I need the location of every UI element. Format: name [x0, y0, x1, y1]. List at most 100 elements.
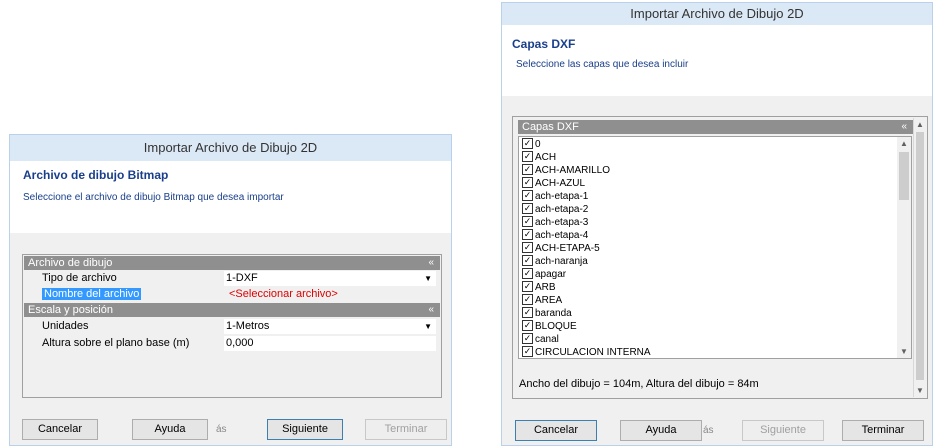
section-scale[interactable]: Escala y posición « — [24, 303, 440, 317]
check-icon[interactable]: ✓ — [522, 228, 533, 240]
file-name-value[interactable]: <Seleccionar archivo> — [229, 288, 338, 300]
check-icon[interactable]: ✓ — [522, 280, 533, 292]
row-label-selected: Nombre del archivo — [42, 288, 142, 300]
wizard-heading: Archivo de dibujo Bitmap — [23, 168, 169, 182]
layers-panel: Capas DXF « ✓ 0 ✓ ACH ✓ ACH-AMARILLO ✓ ACH-AZUL… — [512, 116, 928, 399]
check-icon[interactable]: ✓ — [522, 189, 533, 201]
dropdown-arrow-icon[interactable]: ▼ — [424, 319, 432, 334]
layer-item[interactable]: ✓ ACH-AZUL — [522, 176, 586, 190]
wizard-subtitle: Seleccione las capas que desea incluir — [516, 59, 689, 70]
section-label: Capas DXF — [522, 121, 579, 133]
select-file-link[interactable]: <Seleccionar archivo> — [224, 287, 436, 302]
row-file-name[interactable]: Nombre del archivo <Seleccionar archivo> — [24, 287, 440, 302]
help-button[interactable]: Ayuda — [132, 419, 208, 440]
layer-item[interactable]: ✓ baranda — [522, 306, 572, 320]
layer-label: CIRCULACION INTERNA — [535, 347, 651, 358]
layer-item[interactable]: ✓ BLOQUE — [522, 319, 577, 333]
layer-label: ach-etapa-4 — [535, 230, 589, 241]
layer-item[interactable]: ✓ CIRCULACION INTERNA — [522, 345, 651, 358]
check-icon[interactable]: ✓ — [522, 306, 533, 318]
panel-scrollbar[interactable]: ▲ ▼ — [913, 118, 926, 397]
dropdown-arrow-icon[interactable]: ▼ — [424, 271, 432, 286]
wizard-header: Capas DXF Seleccione las capas que desea… — [502, 25, 932, 96]
window-title: Importar Archivo de Dibujo 2D — [502, 3, 932, 25]
file-type-value: 1-DXF — [226, 272, 258, 284]
row-units[interactable]: Unidades 1-Metros ▼ — [24, 319, 440, 334]
check-icon[interactable]: ✓ — [522, 215, 533, 227]
layer-label: 0 — [535, 139, 541, 150]
property-grid: Archivo de dibujo « Tipo de archivo 1-DX… — [22, 254, 442, 398]
layer-label: ach-naranja — [535, 256, 588, 267]
layer-label: ACH-AZUL — [535, 178, 586, 189]
check-icon[interactable]: ✓ — [522, 202, 533, 214]
layer-item[interactable]: ✓ ach-etapa-4 — [522, 228, 589, 242]
layer-item[interactable]: ✓ ach-etapa-3 — [522, 215, 589, 229]
layer-item[interactable]: ✓ ACH-ETAPA-5 — [522, 241, 600, 255]
scroll-down-icon[interactable]: ▼ — [897, 347, 911, 356]
units-select[interactable]: 1-Metros ▼ — [224, 319, 436, 334]
layer-item[interactable]: ✓ ACH — [522, 150, 557, 164]
import-dialog-bitmap: Importar Archivo de Dibujo 2D Archivo de… — [9, 134, 452, 446]
layer-item[interactable]: ✓ 0 — [522, 137, 541, 151]
layers-list[interactable]: ✓ 0 ✓ ACH ✓ ACH-AMARILLO ✓ ACH-AZUL ✓ ach-etapa-1… — [518, 136, 912, 359]
cancel-button[interactable]: Cancelar — [515, 420, 597, 441]
scroll-up-icon[interactable]: ▲ — [914, 120, 926, 129]
scroll-up-icon[interactable]: ▲ — [897, 139, 911, 148]
layer-label: ACH — [535, 152, 557, 163]
row-height[interactable]: Altura sobre el plano base (m) 0,000 — [24, 336, 440, 351]
layer-item[interactable]: ✓ apagar — [522, 267, 566, 281]
next-button[interactable]: Siguiente — [267, 419, 343, 440]
layer-item[interactable]: ✓ ach-naranja — [522, 254, 588, 268]
scroll-thumb[interactable] — [899, 152, 909, 200]
height-input[interactable]: 0,000 — [224, 336, 436, 351]
finish-button[interactable]: Terminar — [842, 420, 924, 441]
check-icon[interactable]: ✓ — [522, 293, 533, 305]
check-icon[interactable]: ✓ — [522, 150, 533, 162]
row-label: Altura sobre el plano base (m) — [42, 337, 190, 349]
double-chevron-icon[interactable]: « — [428, 303, 434, 317]
check-icon[interactable]: ✓ — [522, 267, 533, 279]
wizard-heading: Capas DXF — [512, 37, 576, 51]
layers-section[interactable]: Capas DXF « — [518, 120, 913, 134]
row-file-type[interactable]: Tipo de archivo 1-DXF ▼ — [24, 271, 440, 286]
layer-item[interactable]: ✓ ach-etapa-2 — [522, 202, 589, 216]
wizard-header: Archivo de dibujo Bitmap Seleccione el a… — [10, 161, 451, 233]
row-label: Tipo de archivo — [42, 272, 117, 284]
cancel-button[interactable]: Cancelar — [22, 419, 98, 440]
check-icon[interactable]: ✓ — [522, 319, 533, 331]
layer-label: AREA — [535, 295, 563, 306]
layer-label: canal — [535, 334, 559, 345]
layer-label: ach-etapa-2 — [535, 204, 589, 215]
layer-item[interactable]: ✓ AREA — [522, 293, 563, 307]
layer-label: ach-etapa-3 — [535, 217, 589, 228]
layer-label: ACH-AMARILLO — [535, 165, 611, 176]
section-file[interactable]: Archivo de dibujo « — [24, 256, 440, 270]
section-label: Archivo de dibujo — [28, 257, 113, 269]
drawing-info: Ancho del dibujo = 104m, Altura del dibu… — [519, 378, 759, 390]
layer-item[interactable]: ✓ canal — [522, 332, 559, 346]
check-icon[interactable]: ✓ — [522, 345, 533, 357]
file-type-select[interactable]: 1-DXF ▼ — [224, 271, 436, 286]
check-icon[interactable]: ✓ — [522, 241, 533, 253]
check-icon[interactable]: ✓ — [522, 332, 533, 344]
section-label: Escala y posición — [28, 304, 113, 316]
layer-item[interactable]: ✓ ach-etapa-1 — [522, 189, 589, 203]
check-icon[interactable]: ✓ — [522, 254, 533, 266]
check-icon[interactable]: ✓ — [522, 176, 533, 188]
help-button[interactable]: Ayuda — [620, 420, 702, 441]
window-title: Importar Archivo de Dibujo 2D — [10, 135, 451, 161]
next-button[interactable]: Siguiente — [742, 420, 824, 441]
double-chevron-icon[interactable]: « — [428, 256, 434, 270]
layer-item[interactable]: ✓ ARB — [522, 280, 556, 294]
layer-item[interactable]: ✓ ACH-AMARILLO — [522, 163, 611, 177]
check-icon[interactable]: ✓ — [522, 163, 533, 175]
scroll-down-icon[interactable]: ▼ — [914, 386, 926, 395]
layer-label: BLOQUE — [535, 321, 577, 332]
finish-button[interactable]: Terminar — [365, 419, 447, 440]
units-value: 1-Metros — [226, 320, 270, 332]
scroll-thumb[interactable] — [916, 132, 924, 380]
check-icon[interactable]: ✓ — [522, 137, 533, 149]
layer-label: ach-etapa-1 — [535, 191, 589, 202]
double-chevron-icon[interactable]: « — [901, 120, 907, 134]
list-scrollbar[interactable]: ▲ ▼ — [897, 137, 911, 358]
